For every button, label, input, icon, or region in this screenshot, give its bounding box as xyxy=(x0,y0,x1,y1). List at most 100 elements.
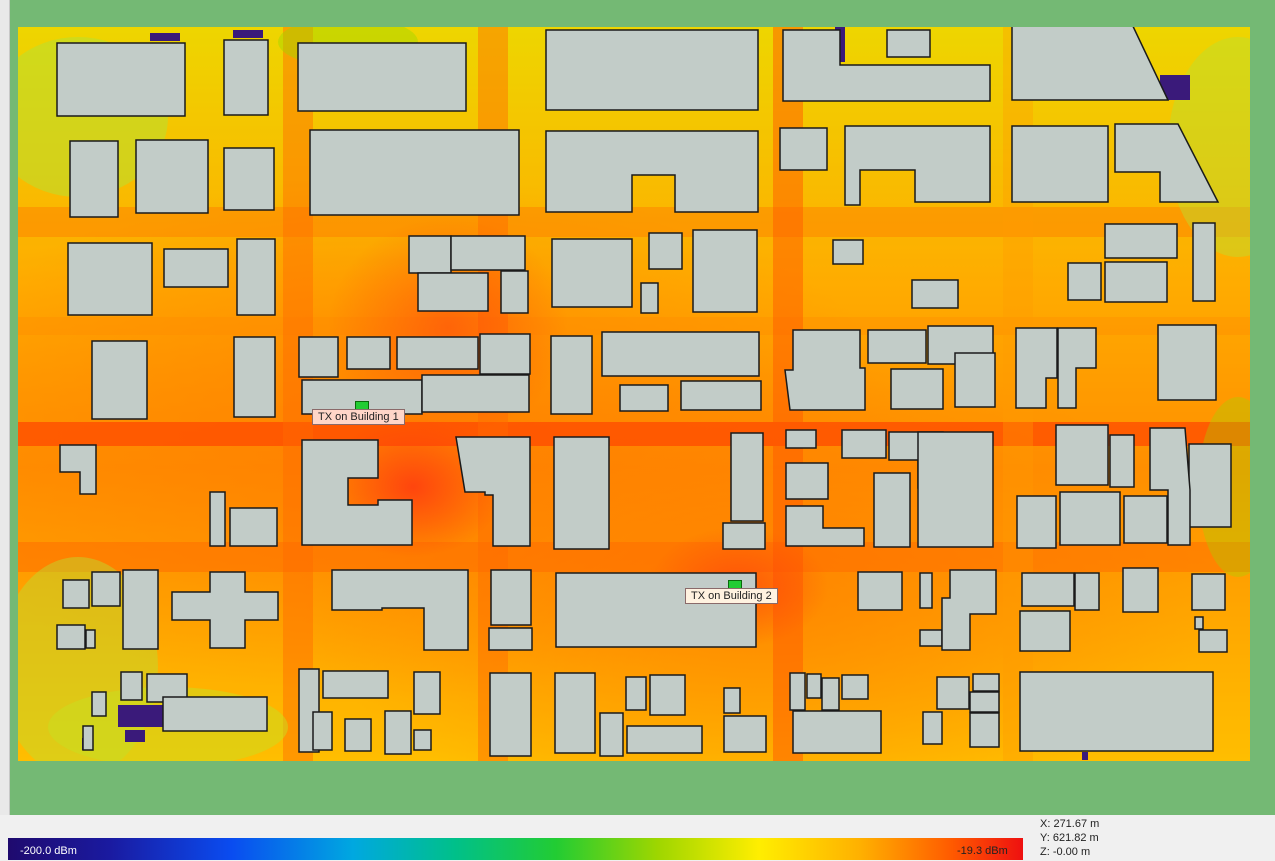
tx1-label[interactable]: TX on Building 1 xyxy=(312,409,405,425)
building[interactable] xyxy=(1074,572,1100,611)
building[interactable] xyxy=(792,710,882,754)
building[interactable] xyxy=(500,270,529,314)
building[interactable] xyxy=(550,335,593,415)
building[interactable] xyxy=(120,671,143,701)
building[interactable] xyxy=(421,374,530,413)
building[interactable] xyxy=(344,718,372,752)
building[interactable] xyxy=(723,715,767,753)
building[interactable] xyxy=(936,676,970,710)
building[interactable] xyxy=(236,238,276,316)
building[interactable] xyxy=(886,29,931,58)
building[interactable] xyxy=(867,329,927,364)
building[interactable] xyxy=(1019,610,1071,652)
building[interactable] xyxy=(479,333,531,375)
building[interactable] xyxy=(554,672,596,754)
building[interactable] xyxy=(722,522,766,550)
building[interactable] xyxy=(1021,572,1075,607)
building[interactable] xyxy=(890,368,944,410)
building[interactable] xyxy=(1198,629,1228,653)
building[interactable] xyxy=(806,673,822,699)
building[interactable] xyxy=(1016,495,1057,549)
building[interactable] xyxy=(555,572,757,648)
building[interactable] xyxy=(223,147,275,211)
building[interactable] xyxy=(919,572,933,609)
building[interactable] xyxy=(1188,443,1232,528)
building[interactable] xyxy=(413,729,432,751)
building[interactable] xyxy=(1059,491,1121,546)
building[interactable] xyxy=(229,507,278,547)
building[interactable] xyxy=(1067,262,1102,301)
building[interactable] xyxy=(85,629,96,649)
building[interactable] xyxy=(1194,616,1204,630)
building[interactable] xyxy=(873,472,911,548)
building[interactable] xyxy=(841,429,887,459)
building[interactable] xyxy=(312,711,333,751)
building[interactable] xyxy=(680,380,762,411)
building[interactable] xyxy=(911,279,959,309)
building[interactable] xyxy=(692,229,758,313)
building[interactable] xyxy=(626,725,703,754)
building[interactable] xyxy=(857,571,903,611)
building[interactable] xyxy=(56,42,186,117)
building[interactable] xyxy=(640,282,659,314)
building[interactable] xyxy=(648,232,683,270)
building[interactable] xyxy=(784,329,866,411)
building[interactable] xyxy=(779,127,828,171)
building[interactable] xyxy=(821,677,840,711)
building[interactable] xyxy=(490,569,532,626)
building[interactable] xyxy=(417,272,489,312)
building[interactable] xyxy=(62,579,90,609)
building[interactable] xyxy=(309,129,520,216)
building[interactable] xyxy=(82,725,94,751)
building[interactable] xyxy=(1122,567,1159,613)
building[interactable] xyxy=(1055,424,1109,486)
building[interactable] xyxy=(954,352,996,408)
building[interactable] xyxy=(209,491,226,547)
building[interactable] xyxy=(413,671,441,715)
building[interactable] xyxy=(545,29,759,111)
map-viewport[interactable]: TX on Building 1 TX on Building 2 xyxy=(0,0,1275,815)
building[interactable] xyxy=(551,238,633,308)
building[interactable] xyxy=(1123,495,1168,544)
building[interactable] xyxy=(601,331,760,377)
building[interactable] xyxy=(922,711,943,745)
building[interactable] xyxy=(298,336,339,378)
building[interactable] xyxy=(67,242,153,316)
building[interactable] xyxy=(917,431,994,548)
building[interactable] xyxy=(723,687,741,714)
tx2-label[interactable]: TX on Building 2 xyxy=(685,588,778,604)
building[interactable] xyxy=(346,336,391,370)
coverage-heatmap[interactable] xyxy=(18,27,1250,761)
building[interactable] xyxy=(163,248,229,288)
building[interactable] xyxy=(625,676,647,711)
building[interactable] xyxy=(619,384,669,412)
building[interactable] xyxy=(841,674,869,700)
building[interactable] xyxy=(91,691,107,717)
building[interactable] xyxy=(450,235,526,271)
building[interactable] xyxy=(69,140,119,218)
building[interactable] xyxy=(1011,125,1109,203)
building[interactable] xyxy=(599,712,624,757)
building[interactable] xyxy=(297,42,467,112)
building[interactable] xyxy=(1104,261,1168,303)
building[interactable] xyxy=(91,571,121,607)
building[interactable] xyxy=(969,712,1000,748)
building[interactable] xyxy=(322,670,389,699)
building[interactable] xyxy=(408,235,452,274)
building[interactable] xyxy=(553,436,610,550)
building[interactable] xyxy=(489,672,532,757)
building[interactable] xyxy=(1157,324,1217,401)
building[interactable] xyxy=(56,624,86,650)
building[interactable] xyxy=(1192,222,1216,302)
building[interactable] xyxy=(785,462,829,500)
building[interactable] xyxy=(785,429,817,449)
building[interactable] xyxy=(832,239,864,265)
building[interactable] xyxy=(969,691,1000,713)
building[interactable] xyxy=(649,674,686,716)
building[interactable] xyxy=(162,696,268,732)
building[interactable] xyxy=(91,340,148,420)
building[interactable] xyxy=(135,139,209,214)
building[interactable] xyxy=(1019,671,1214,752)
building[interactable] xyxy=(789,672,806,711)
building[interactable] xyxy=(488,627,533,651)
